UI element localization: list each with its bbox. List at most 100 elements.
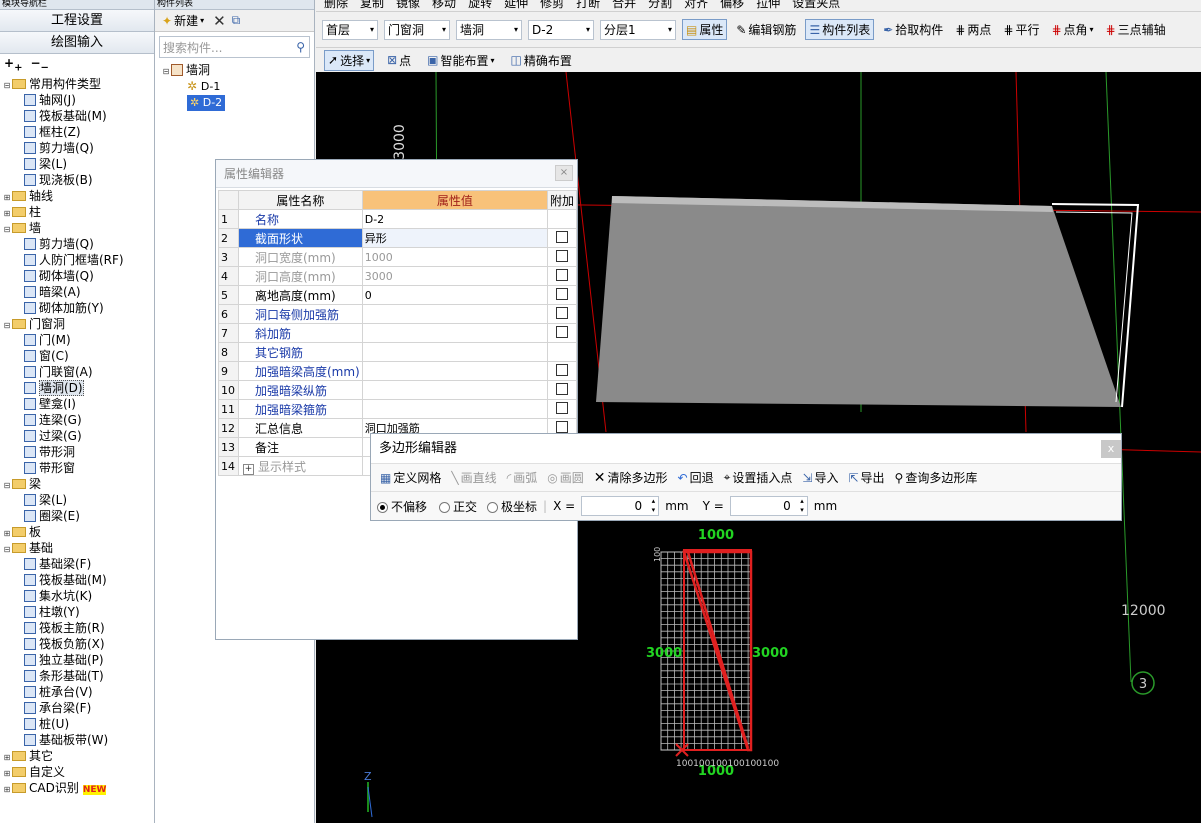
tree-item[interactable]: 门(M) <box>0 332 154 348</box>
tree-item[interactable]: 带形窗 <box>0 460 154 476</box>
floor-select[interactable]: 首层 ▾ <box>322 19 378 40</box>
point-button[interactable]: ⊠ 点 <box>384 51 414 70</box>
attach-checkbox[interactable] <box>555 249 568 262</box>
y-coordinate-input[interactable]: 0 ▴ ▾ <box>729 496 808 516</box>
export-button[interactable]: ⇱ 导出 <box>845 468 887 487</box>
component-search-input[interactable]: 搜索构件... ⚲ <box>159 36 310 58</box>
tree-item-d1[interactable]: ✲ D-1 <box>161 78 314 94</box>
property-row[interactable]: 5 离地高度(mm) 0 <box>218 285 578 305</box>
tree-item[interactable]: 剪力墙(Q) <box>0 140 154 156</box>
edit-tool-button[interactable]: 延伸 <box>504 0 528 11</box>
edit-tool-button[interactable]: 复制 <box>360 0 384 11</box>
tree-item[interactable]: 轴网(J) <box>0 92 154 108</box>
tree-item[interactable]: 桩承台(V) <box>0 684 154 700</box>
edit-tool-button[interactable]: 拉伸 <box>756 0 780 11</box>
property-value-cell[interactable]: 异形 <box>361 228 548 248</box>
attach-checkbox[interactable] <box>555 382 568 395</box>
drawing-input-button[interactable]: 绘图输入 <box>0 32 154 54</box>
tree-item[interactable]: 梁(L) <box>0 156 154 172</box>
expand-all-icon[interactable]: ++ <box>4 56 22 73</box>
clear-polygon-button[interactable]: ✕ 清除多边形 <box>591 468 671 487</box>
tree-folder[interactable]: ⊞ CAD识别 NEW <box>0 780 154 796</box>
define-grid-button[interactable]: ▦ 定义网格 <box>377 468 444 487</box>
property-value-cell[interactable]: 3000 <box>361 266 548 286</box>
property-editor-title-bar[interactable]: 属性编辑器 × <box>216 160 577 188</box>
point-angle-button[interactable]: ⋕ 点角 ▾ <box>1048 20 1096 39</box>
tree-item[interactable]: 条形基础(T) <box>0 668 154 684</box>
edit-tool-button[interactable]: 合并 <box>612 0 636 11</box>
edit-tool-button[interactable]: 移动 <box>432 0 456 11</box>
tree-folder[interactable]: ⊟ 门窗洞 <box>0 316 154 332</box>
attach-checkbox[interactable] <box>555 325 568 338</box>
property-value-cell[interactable] <box>361 323 548 343</box>
x-coordinate-input[interactable]: 0 ▴ ▾ <box>581 496 660 516</box>
search-icon[interactable]: ⚲ <box>296 40 309 54</box>
tree-item[interactable]: 门联窗(A) <box>0 364 154 380</box>
tree-item[interactable]: 筏板主筋(R) <box>0 620 154 636</box>
attach-checkbox[interactable] <box>555 420 568 433</box>
property-row[interactable]: 2 截面形状 异形 <box>218 228 578 248</box>
edit-tool-button[interactable]: 镜像 <box>396 0 420 11</box>
tree-item-d2[interactable]: ✲ D-2 <box>161 94 314 111</box>
tree-item[interactable]: 承台梁(F) <box>0 700 154 716</box>
import-button[interactable]: ⇲ 导入 <box>799 468 841 487</box>
property-row[interactable]: 3 洞口宽度(mm) 1000 <box>218 247 578 267</box>
tree-folder[interactable]: ⊟ 基础 <box>0 540 154 556</box>
polygon-editor-title-bar[interactable]: 多边形编辑器 x <box>371 434 1121 464</box>
select-button[interactable]: ➚ 选择 ▾ <box>324 49 375 71</box>
collapse-all-icon[interactable]: −− <box>30 56 48 73</box>
tree-item[interactable]: 暗梁(A) <box>0 284 154 300</box>
property-value-cell[interactable] <box>361 342 548 362</box>
tree-item[interactable]: 砌体墙(Q) <box>0 268 154 284</box>
tree-root-wall-hole[interactable]: ⊟ 墙洞 <box>161 62 314 78</box>
delete-icon[interactable]: ✕ <box>213 12 226 30</box>
property-value-cell[interactable] <box>361 399 548 419</box>
set-insert-point-button[interactable]: ⌖ 设置插入点 <box>721 468 796 487</box>
property-value-cell[interactable]: D-2 <box>361 209 548 229</box>
component-list-button[interactable]: ☰ 构件列表 <box>805 19 875 40</box>
edit-tool-button[interactable]: 偏移 <box>720 0 744 11</box>
tree-item[interactable]: 人防门框墙(RF) <box>0 252 154 268</box>
tree-item[interactable]: 基础板带(W) <box>0 732 154 748</box>
tree-item[interactable]: 筏板基础(M) <box>0 108 154 124</box>
pick-component-button[interactable]: ✒ 拾取构件 <box>880 20 946 39</box>
mode-polar-radio[interactable]: 极坐标 <box>487 498 537 515</box>
tree-item[interactable]: 壁龛(I) <box>0 396 154 412</box>
undo-button[interactable]: ↶ 回退 <box>675 468 717 487</box>
tree-item[interactable]: 梁(L) <box>0 492 154 508</box>
tree-item[interactable]: 剪力墙(Q) <box>0 236 154 252</box>
three-points-axis-button[interactable]: ⋕ 三点辅轴 <box>1103 20 1169 39</box>
tree-item[interactable]: 过梁(G) <box>0 428 154 444</box>
property-row[interactable]: 1 名称 D-2 <box>218 209 578 229</box>
attach-checkbox[interactable] <box>555 268 568 281</box>
edit-tool-button[interactable]: 设置夹点 <box>792 0 840 11</box>
draw-line-button[interactable]: ╲ 画直线 <box>448 468 499 487</box>
tree-item[interactable]: 窗(C) <box>0 348 154 364</box>
property-value-cell[interactable] <box>361 361 548 381</box>
component-select[interactable]: D-2 ▾ <box>528 19 594 40</box>
edit-rebar-button[interactable]: ✎ 编辑钢筋 <box>733 20 799 39</box>
tree-item[interactable]: 筏板负筋(X) <box>0 636 154 652</box>
edit-tool-button[interactable]: 修剪 <box>540 0 564 11</box>
draw-arc-button[interactable]: ◜ 画弧 <box>504 468 541 487</box>
expand-icon[interactable]: ⊞ <box>2 782 12 798</box>
tree-item[interactable]: 墙洞(D) <box>0 380 154 396</box>
tree-item[interactable]: 连梁(G) <box>0 412 154 428</box>
close-icon[interactable]: × <box>555 165 573 181</box>
edit-tool-button[interactable]: 打断 <box>576 0 600 11</box>
attach-checkbox[interactable] <box>555 401 568 414</box>
property-value-cell[interactable] <box>361 380 548 400</box>
edit-tool-button[interactable]: 旋转 <box>468 0 492 11</box>
edit-tool-button[interactable]: 删除 <box>324 0 348 11</box>
close-icon[interactable]: x <box>1101 440 1121 458</box>
layer-select[interactable]: 分层1 ▾ <box>600 19 676 40</box>
tree-folder[interactable]: ⊟ 常用构件类型 <box>0 76 154 92</box>
two-points-button[interactable]: ⋕ 两点 <box>952 20 994 39</box>
new-component-button[interactable]: ✦ 新建 ▾ <box>159 11 207 30</box>
attach-checkbox[interactable] <box>555 363 568 376</box>
tree-folder[interactable]: ⊞ 其它 <box>0 748 154 764</box>
edit-tool-button[interactable]: 分割 <box>648 0 672 11</box>
tree-item[interactable]: 现浇板(B) <box>0 172 154 188</box>
mode-ortho-radio[interactable]: 正交 <box>439 498 477 515</box>
tree-item[interactable]: 框柱(Z) <box>0 124 154 140</box>
